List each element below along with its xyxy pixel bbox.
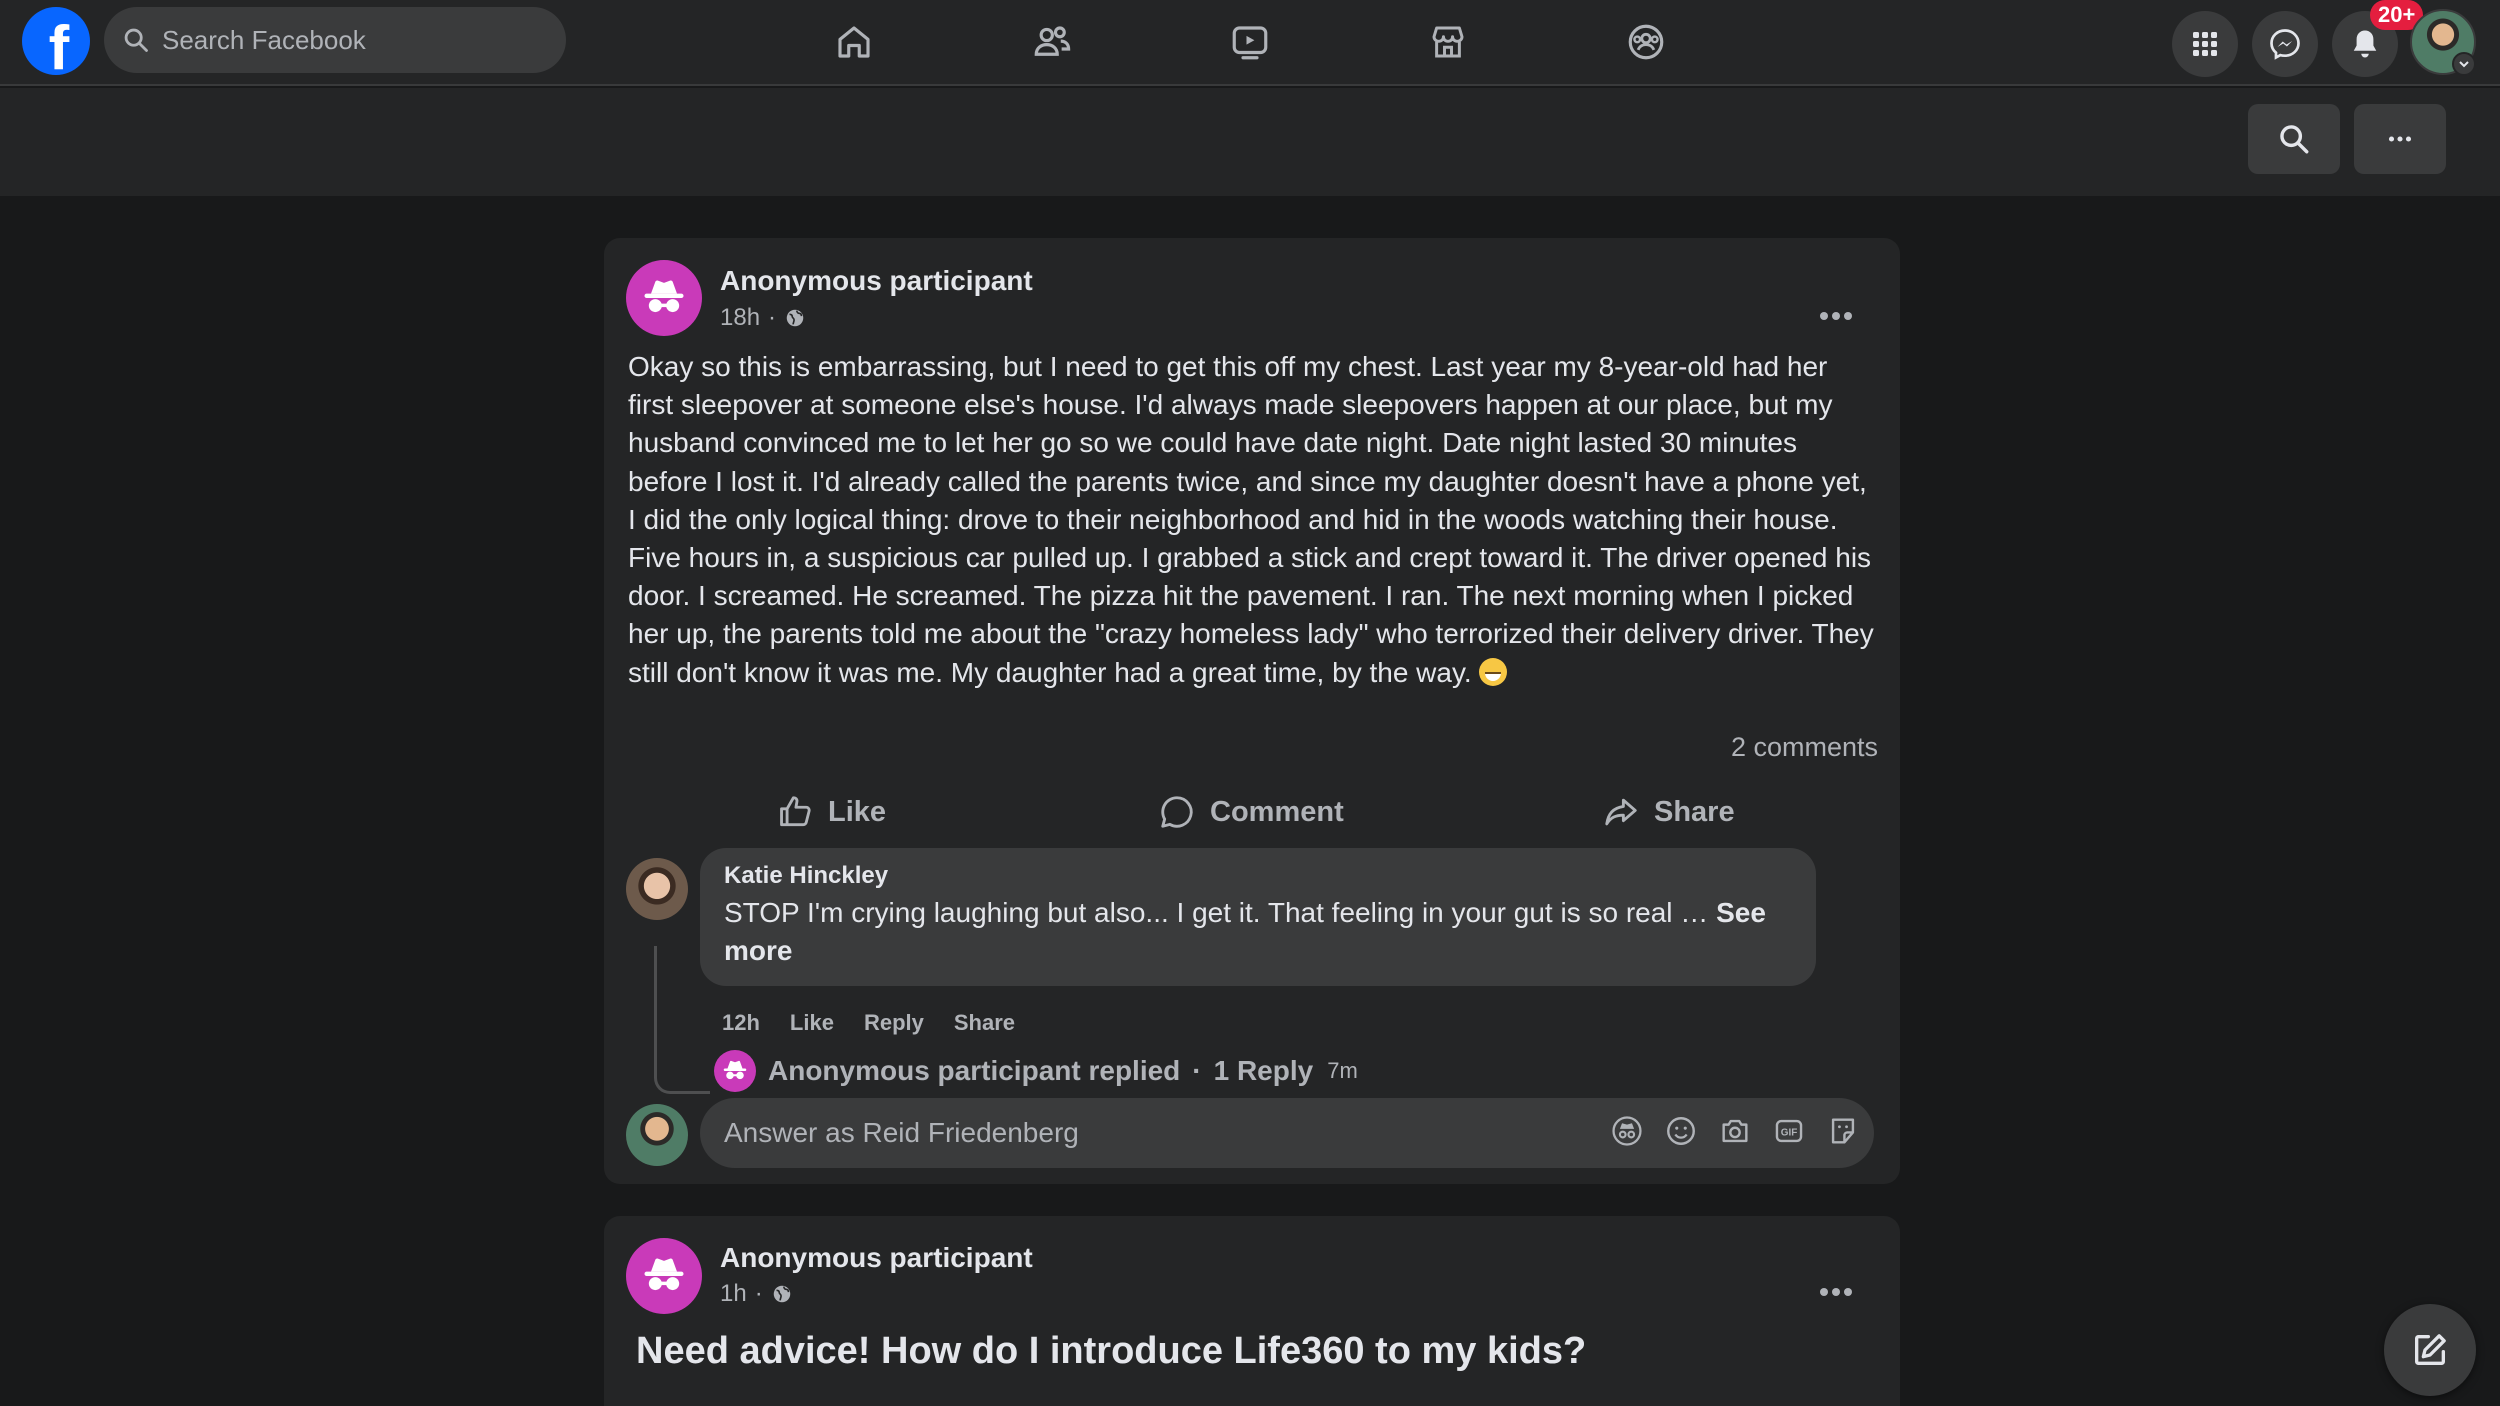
post-card: Anonymous participant 1h · Need advice! …	[604, 1216, 1900, 1406]
photo-button[interactable]	[1718, 1114, 1752, 1148]
post-options-button[interactable]	[1812, 1272, 1860, 1312]
anonymous-toggle-button[interactable]	[1610, 1114, 1644, 1148]
comment-bubble: Katie Hinckley STOP I'm crying laughing …	[700, 848, 1816, 986]
comment-actions: 12h Like Reply Share	[722, 1010, 1015, 1036]
bell-icon	[2353, 30, 2377, 58]
marketplace-icon	[1432, 26, 1464, 58]
comment-time[interactable]: 12h	[722, 1010, 760, 1036]
nav-marketplace[interactable]	[1388, 14, 1508, 70]
globe-icon	[786, 309, 804, 327]
globe-icon	[773, 1285, 790, 1303]
more-dots-icon	[1820, 312, 1852, 320]
anonymous-avatar-small	[714, 1050, 756, 1092]
sticker-button[interactable]	[1826, 1114, 1860, 1148]
commenter-avatar[interactable]	[626, 858, 688, 920]
chevron-down-icon	[2459, 61, 2469, 68]
friends-icon	[1034, 26, 1071, 56]
post-body: Okay so this is embarrassing, but I need…	[628, 351, 1874, 688]
messenger-icon	[2270, 29, 2300, 60]
home-icon	[838, 26, 870, 58]
menu-button[interactable]	[2172, 11, 2238, 77]
comment-reply-link[interactable]: Reply	[864, 1010, 924, 1036]
share-arrow-icon	[1605, 798, 1637, 826]
comment-text: STOP I'm crying laughing but also... I g…	[724, 897, 1766, 966]
messenger-button[interactable]	[2252, 11, 2318, 77]
group-more-button[interactable]	[2354, 104, 2446, 174]
like-button[interactable]: Like	[776, 784, 886, 840]
view-replies-link[interactable]: Anonymous participant replied · 1 Reply …	[714, 1050, 1358, 1092]
anonymous-avatar[interactable]	[626, 260, 702, 336]
comment-button[interactable]: Comment	[1158, 784, 1344, 840]
grinning-sweat-emoji	[1479, 657, 1508, 686]
nav-friends[interactable]	[992, 14, 1112, 70]
more-dots-icon	[2388, 136, 2412, 142]
comment-share-link[interactable]: Share	[954, 1010, 1015, 1036]
post-time[interactable]: 18h	[720, 304, 760, 332]
group-subheader	[0, 88, 2500, 196]
comment-like-link[interactable]: Like	[790, 1010, 834, 1036]
video-icon	[1232, 26, 1268, 60]
incognito-icon	[1612, 1116, 1642, 1146]
group-search-button[interactable]	[2248, 104, 2340, 174]
nav-home[interactable]	[794, 14, 914, 70]
anonymous-incognito-icon	[644, 280, 684, 313]
answer-tools: GIF	[1610, 1114, 1860, 1148]
gif-button[interactable]: GIF	[1772, 1114, 1806, 1148]
emoji-button[interactable]	[1664, 1114, 1698, 1148]
search-input[interactable]	[162, 24, 542, 56]
anonymous-incognito-icon	[644, 1258, 684, 1291]
post-options-button[interactable]	[1812, 296, 1860, 336]
compose-icon	[2415, 1334, 2446, 1365]
sticker-icon	[1831, 1118, 1855, 1144]
share-button[interactable]: Share	[1602, 784, 1735, 840]
facebook-logo[interactable]: f	[22, 7, 90, 75]
nav-groups[interactable]	[1586, 14, 1706, 70]
comment-bubble-icon	[1161, 796, 1193, 828]
commenter-name[interactable]: Katie Hinckley	[724, 862, 888, 890]
groups-icon	[1628, 24, 1664, 60]
answer-input[interactable]	[724, 1117, 1604, 1149]
nav-watch[interactable]	[1190, 14, 1310, 70]
compose-message-button[interactable]	[2384, 1304, 2476, 1396]
search-icon	[124, 28, 148, 52]
post-author[interactable]: Anonymous participant	[720, 1242, 1033, 1274]
account-menu-button[interactable]	[2452, 52, 2476, 76]
anonymous-avatar[interactable]	[626, 1238, 702, 1314]
post-meta: 18h ·	[720, 304, 806, 332]
comments-count[interactable]: 2 comments	[1731, 732, 1878, 763]
search-box[interactable]	[104, 7, 566, 73]
thumbs-up-icon	[780, 796, 811, 827]
svg-text:GIF: GIF	[1781, 1128, 1798, 1139]
anonymous-incognito-icon	[723, 1060, 747, 1080]
post-title: Need advice! How do I introduce Life360 …	[636, 1330, 1587, 1372]
more-dots-icon	[1820, 1288, 1852, 1296]
grid-menu-icon	[2193, 32, 2217, 56]
current-user-avatar[interactable]	[626, 1104, 688, 1166]
search-icon	[2280, 125, 2309, 154]
gif-icon: GIF	[1775, 1119, 1803, 1143]
camera-icon	[1722, 1119, 1748, 1143]
answer-box[interactable]: GIF	[700, 1098, 1874, 1168]
top-navigation-bar: f 20+	[0, 0, 2500, 86]
post-card: Anonymous participant 18h · Okay so this…	[604, 238, 1900, 1184]
post-author[interactable]: Anonymous participant	[720, 265, 1033, 297]
smiley-icon	[1667, 1117, 1695, 1145]
post-time[interactable]: 1h	[720, 1280, 747, 1308]
post-meta: 1h ·	[720, 1280, 793, 1308]
